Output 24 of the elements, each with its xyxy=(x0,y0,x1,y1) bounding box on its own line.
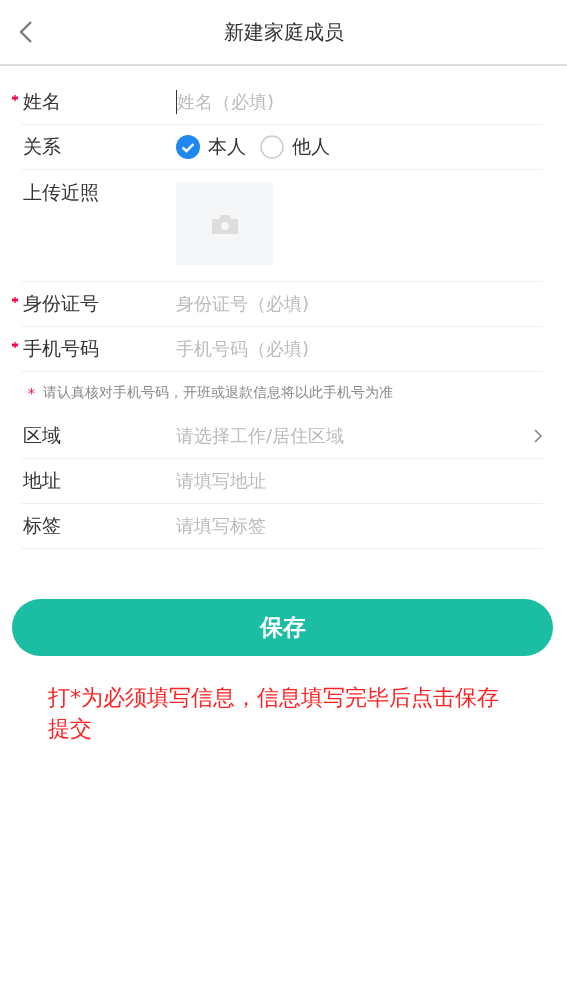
select-field[interactable]: 请选择工作/居住区域 xyxy=(176,424,533,448)
field-label: 身份证号 xyxy=(22,292,99,314)
input-field[interactable]: 请填写地址 xyxy=(176,469,543,493)
field-label: 姓名 xyxy=(22,90,61,112)
input-field[interactable]: 请填写标签 xyxy=(176,514,543,538)
chevron-right-icon xyxy=(533,428,543,444)
radio-option[interactable]: 本人 xyxy=(176,134,246,160)
input-field[interactable]: 姓名（必填) xyxy=(176,90,543,114)
radio-option[interactable]: 他人 xyxy=(260,134,330,160)
camera-icon xyxy=(211,213,238,234)
input-field[interactable]: 手机号码（必填) xyxy=(176,337,543,361)
field-label: 上传近照 xyxy=(22,181,99,203)
field-label: 地址 xyxy=(22,469,61,491)
back-icon[interactable] xyxy=(18,20,34,44)
hint-text: 请认真核对手机号码，开班或退款信息将以此手机号为准 xyxy=(43,384,393,402)
field-label: 区域 xyxy=(22,424,61,446)
footer-note: 打*为必须填写信息，信息填写完毕后点击保存提交 xyxy=(48,684,500,743)
page-title: 新建家庭成员 xyxy=(223,18,344,46)
input-field[interactable]: 身份证号（必填) xyxy=(176,292,543,316)
required-mark: * xyxy=(28,385,35,401)
save-button[interactable]: 保存 xyxy=(12,599,553,656)
field-label: 关系 xyxy=(22,135,61,157)
field-label: 标签 xyxy=(22,514,61,536)
field-label: 手机号码 xyxy=(22,337,99,359)
